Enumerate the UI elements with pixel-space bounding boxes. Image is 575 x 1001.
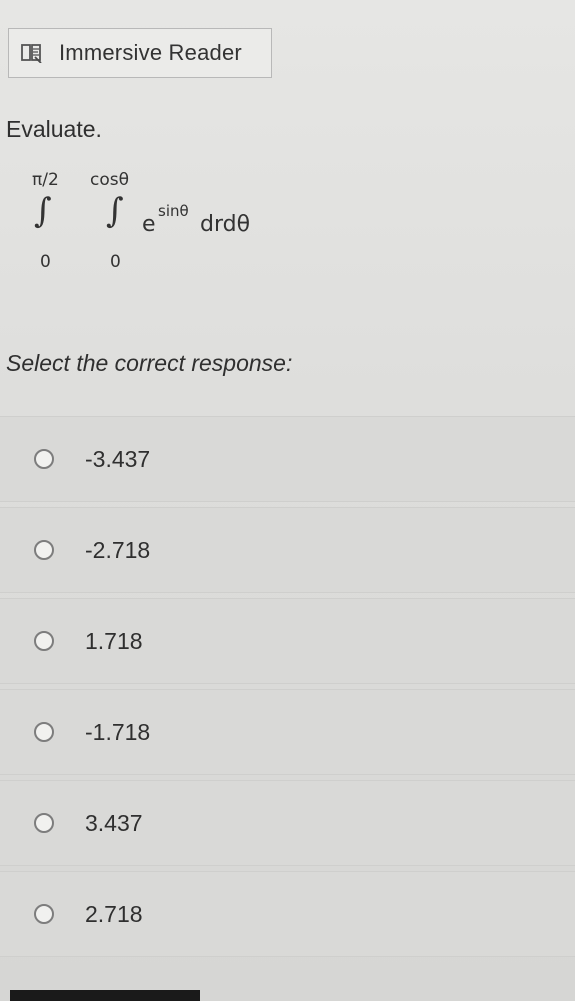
radio-button[interactable] [34, 722, 54, 742]
answer-option[interactable]: 3.437 [0, 780, 575, 866]
answer-option[interactable]: -3.437 [0, 416, 575, 502]
inner-lower-limit: 0 [110, 252, 121, 272]
answer-options: -3.437 -2.718 1.718 -1.718 3.437 2.718 [0, 416, 575, 962]
radio-button[interactable] [34, 904, 54, 924]
answer-option[interactable]: -2.718 [0, 507, 575, 593]
immersive-reader-icon [21, 44, 42, 63]
response-prompt: Select the correct response: [6, 350, 293, 376]
immersive-reader-label: Immersive Reader [59, 40, 242, 65]
bottom-toolbar-edge [10, 990, 200, 1001]
answer-option[interactable]: 1.718 [0, 598, 575, 684]
double-integral-formula: π/2 ∫ 0 cosθ ∫ 0 e sinθ drdθ [28, 160, 328, 290]
option-label: -3.437 [85, 445, 151, 472]
radio-button[interactable] [34, 631, 54, 651]
answer-option[interactable]: -1.718 [0, 689, 575, 775]
option-label: -1.718 [85, 718, 151, 745]
radio-button[interactable] [34, 540, 54, 560]
radio-button[interactable] [34, 449, 54, 469]
answer-option[interactable]: 2.718 [0, 871, 575, 957]
option-label: 2.718 [85, 900, 143, 927]
outer-integral-sign: ∫ [34, 191, 52, 231]
exponential-base: e [142, 212, 156, 237]
radio-button[interactable] [34, 813, 54, 833]
inner-upper-limit: cosθ [90, 170, 130, 190]
option-label: -2.718 [85, 536, 151, 563]
option-label: 1.718 [85, 627, 143, 654]
option-label: 3.437 [85, 809, 143, 836]
exponent: sinθ [158, 202, 189, 220]
page: Immersive Reader Evaluate. π/2 ∫ 0 cosθ … [0, 0, 575, 1001]
immersive-reader-button[interactable]: Immersive Reader [8, 28, 272, 78]
differentials: drdθ [200, 212, 251, 237]
outer-lower-limit: 0 [40, 252, 51, 272]
question-instruction: Evaluate. [6, 116, 102, 142]
inner-integral-sign: ∫ [106, 191, 124, 231]
outer-upper-limit: π/2 [32, 170, 59, 190]
